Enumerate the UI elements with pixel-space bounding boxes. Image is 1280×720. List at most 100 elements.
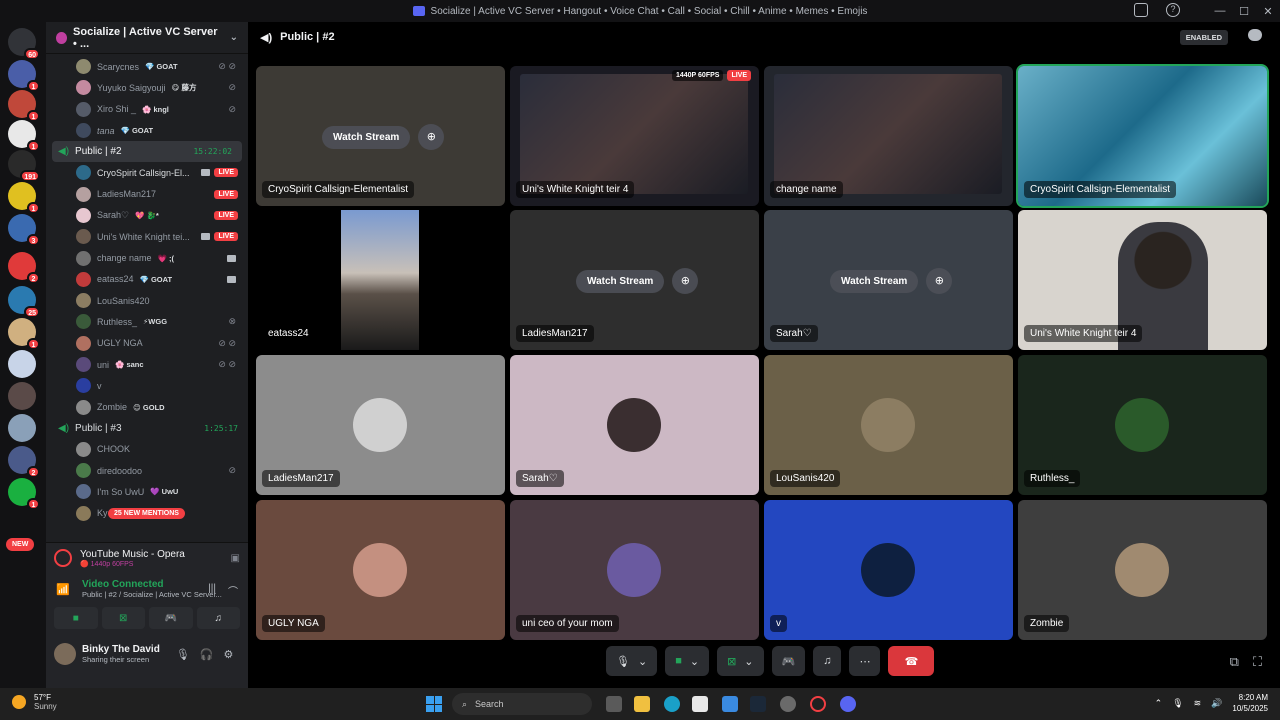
chevron-up-icon[interactable]: ⌃ xyxy=(1155,698,1163,709)
server-icon[interactable] xyxy=(8,414,36,442)
voice-user[interactable]: Ruthless_ ⚡WGG ⊗ xyxy=(46,311,248,332)
avatar[interactable] xyxy=(54,643,76,665)
wifi-icon[interactable]: ≋ xyxy=(1194,698,1202,709)
app-icon[interactable] xyxy=(780,696,796,712)
participant-tile[interactable]: Ruthless_ xyxy=(1018,355,1267,495)
server-icon[interactable]: 1 xyxy=(8,478,40,510)
notepad-icon[interactable] xyxy=(722,696,738,712)
voice-user[interactable]: LadiesMan217 LIVE xyxy=(46,183,248,204)
participant-tile[interactable]: Sarah♡ xyxy=(510,355,759,495)
activity-button[interactable]: 🎮 xyxy=(149,607,193,629)
voice-user[interactable]: Uni's White Knight tei... LIVE xyxy=(46,226,248,247)
voice-user[interactable]: diredoodoo ⊘ xyxy=(46,460,248,481)
headphones-icon[interactable]: 🎧 xyxy=(200,648,214,661)
mic-toggle-button[interactable]: 🎙 ⌄ xyxy=(606,646,658,676)
camera-toggle-button[interactable]: ■ ⌄ xyxy=(665,646,710,676)
voice-user[interactable]: Xiro Shi _ 🌸 kngl ⊘ xyxy=(46,99,248,120)
participant-tile[interactable]: uni ceo of your mom xyxy=(510,500,759,640)
voice-channel-public-3[interactable]: ◀) Public | #3 1:25:17 xyxy=(46,418,248,439)
participant-tile[interactable]: LadiesMan217 xyxy=(256,355,505,495)
participant-tile[interactable]: Watch Stream ⊕ LadiesMan217 xyxy=(510,210,759,350)
steam-icon[interactable] xyxy=(750,696,766,712)
participant-tile[interactable]: CryoSpirit Callsign-Elementalist xyxy=(1016,64,1269,208)
participant-tile[interactable]: Watch Stream ⊕ Sarah♡ xyxy=(764,210,1013,350)
fullscreen-icon[interactable]: ⛶ xyxy=(1253,654,1262,670)
watch-stream-button[interactable]: Watch Stream xyxy=(322,125,411,149)
screen-share-button[interactable]: ⊠ ⌄ xyxy=(717,646,764,676)
watch-stream-button[interactable]: Watch Stream xyxy=(576,269,665,293)
add-viewer-icon[interactable]: ⊕ xyxy=(926,268,953,294)
voice-user[interactable]: CHOOK xyxy=(46,439,248,460)
participant-tile[interactable]: change name xyxy=(764,66,1013,206)
soundboard-button[interactable]: ♫ xyxy=(813,646,842,676)
maximize-icon[interactable]: ☐ xyxy=(1232,5,1256,18)
new-unreads-pill[interactable]: NEW xyxy=(6,538,35,551)
participant-tile[interactable]: Uni's White Knight teir 4 xyxy=(1018,210,1267,350)
close-activity-icon[interactable]: ▣ xyxy=(231,553,240,564)
settings-gear-icon[interactable]: ⚙ xyxy=(223,648,233,661)
voice-user[interactable]: I'm So UwU 💜 UwU xyxy=(46,481,248,502)
add-viewer-icon[interactable]: ⊕ xyxy=(672,268,699,294)
voice-status-title[interactable]: Video Connected xyxy=(82,579,240,590)
voice-user[interactable]: change name 💗 ;( xyxy=(46,247,248,268)
server-icon[interactable]: 2 xyxy=(8,446,40,478)
signal-icon[interactable]: 📶 xyxy=(56,583,72,597)
close-icon[interactable]: ✕ xyxy=(1256,5,1280,18)
server-icon[interactable] xyxy=(8,382,36,410)
voice-status-channel[interactable]: Public | #2 / Socialize | Active VC Serv… xyxy=(82,590,222,599)
minimize-icon[interactable]: — xyxy=(1208,5,1232,17)
voice-user[interactable]: uni 🌸 sanc ⊘ ⊘ xyxy=(46,354,248,375)
home-icon[interactable]: 60 xyxy=(8,28,40,60)
current-user[interactable]: Binky The David Sharing their screen 🎙 🎧… xyxy=(46,637,248,671)
help-icon[interactable]: ? xyxy=(1166,3,1180,17)
participant-tile[interactable]: eatass24 xyxy=(256,210,505,350)
voice-user[interactable]: Scarycnes 💎 GOAT ⊘ ⊘ xyxy=(46,56,248,77)
voice-channel-public-2[interactable]: ◀) Public | #2 15:22:02 xyxy=(52,141,242,163)
weather-widget[interactable]: 57°F Sunny xyxy=(12,693,57,711)
server-icon[interactable]: 1 xyxy=(8,120,40,152)
server-icon[interactable]: 1 xyxy=(8,90,40,122)
participant-tile[interactable]: LouSanis420 xyxy=(764,355,1013,495)
enabled-badge[interactable]: ENABLED xyxy=(1179,30,1228,45)
popout-icon[interactable]: ⧉ xyxy=(1230,654,1239,670)
more-options-button[interactable]: ⋯ xyxy=(849,646,881,676)
file-explorer-icon[interactable] xyxy=(634,696,650,712)
participant-tile[interactable]: v xyxy=(764,500,1013,640)
server-icon[interactable]: 1 xyxy=(8,182,40,214)
participant-tile[interactable]: 1440P 60FPS LIVE Uni's White Knight teir 4 xyxy=(510,66,759,206)
camera-button[interactable]: ■ xyxy=(54,607,98,629)
voice-user[interactable]: Yuyuko Saigyouji 😋 藤方 ⊘ xyxy=(46,77,248,98)
participant-tile[interactable]: Watch Stream ⊕ CryoSpirit Callsign-Element… xyxy=(256,66,505,206)
voice-user[interactable]: LouSanis420 xyxy=(46,290,248,311)
app-icon[interactable] xyxy=(692,696,708,712)
opera-icon[interactable] xyxy=(810,696,826,712)
server-icon[interactable]: 191 xyxy=(8,150,40,182)
noise-suppression-icon[interactable]: ||| xyxy=(208,583,216,594)
taskbar-search[interactable]: ⌕ Search xyxy=(452,693,592,715)
new-mentions-pill[interactable]: 25 NEW MENTIONS xyxy=(108,507,185,519)
task-view-icon[interactable] xyxy=(606,696,622,712)
server-icon[interactable] xyxy=(8,350,36,378)
server-icon[interactable]: 1 xyxy=(8,60,40,92)
clock[interactable]: 8:20 AM 10/5/2025 xyxy=(1232,692,1268,714)
activity-button[interactable]: 🎮 xyxy=(771,646,806,676)
voice-user[interactable]: eatass24 💎 GOAT xyxy=(46,269,248,290)
chat-icon[interactable] xyxy=(1248,29,1262,41)
voice-user[interactable]: Sarah♡ 💖 🐉* LIVE xyxy=(46,205,248,226)
voice-user[interactable]: UGLY NGA ⊘ ⊘ xyxy=(46,333,248,354)
server-icon[interactable]: 25 xyxy=(8,286,40,318)
server-icon[interactable]: 2 xyxy=(8,252,40,284)
soundboard-button[interactable]: ♫ xyxy=(196,607,240,629)
disconnect-icon[interactable]: ⌒ xyxy=(228,583,238,598)
participant-tile[interactable]: Zombie xyxy=(1018,500,1267,640)
chevron-down-icon[interactable]: ⌄ xyxy=(230,32,238,43)
server-icon[interactable]: 1 xyxy=(8,318,40,350)
microphone-icon[interactable]: 🎙 xyxy=(176,648,190,661)
inbox-icon[interactable] xyxy=(1134,3,1148,17)
disconnect-call-button[interactable]: ☎ xyxy=(888,646,935,676)
server-header[interactable]: Socialize | Active VC Server • ... ⌄ xyxy=(46,22,248,54)
edge-icon[interactable] xyxy=(664,696,680,712)
voice-user[interactable]: tana 💎 GOAT xyxy=(46,120,248,141)
watch-stream-button[interactable]: Watch Stream xyxy=(830,269,919,293)
voice-user[interactable]: v xyxy=(46,375,248,396)
